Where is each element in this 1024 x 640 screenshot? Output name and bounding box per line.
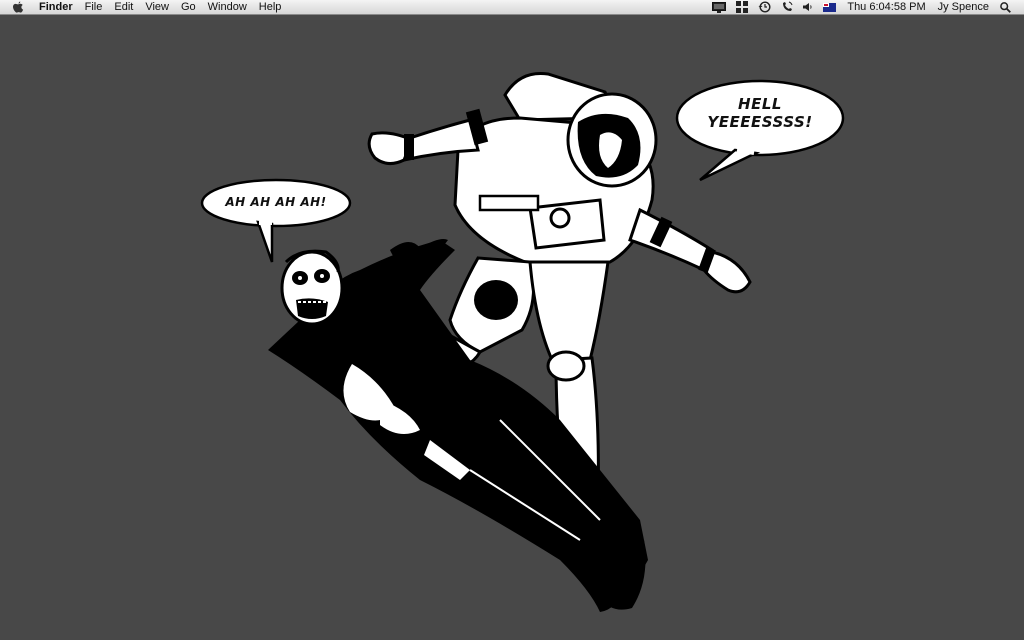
menu-file[interactable]: File xyxy=(79,0,109,15)
input-source-flag-icon[interactable] xyxy=(818,0,841,15)
menu-edit[interactable]: Edit xyxy=(108,0,139,15)
bubble-astronaut-text-line1: HELL xyxy=(738,95,782,113)
desktop: AH AH AH AH! HELL YEEEESSSS! xyxy=(0,16,1024,640)
menu-bar-clock[interactable]: Thu 6:04:58 PM xyxy=(841,0,931,15)
bluetooth-phone-icon[interactable] xyxy=(776,0,798,15)
menu-bar-right: Thu 6:04:58 PM Jy Spence xyxy=(707,0,1024,15)
bubble-zombie-text: AH AH AH AH! xyxy=(225,195,327,209)
menu-bar: Finder File Edit View Go Window Help Thu… xyxy=(0,0,1024,15)
speech-bubble-zombie xyxy=(200,178,352,263)
menu-help[interactable]: Help xyxy=(253,0,288,15)
spotlight-search-icon[interactable] xyxy=(995,0,1016,15)
volume-icon[interactable] xyxy=(798,0,818,15)
apple-menu-icon[interactable] xyxy=(11,0,25,15)
menu-bar-left: Finder File Edit View Go Window Help xyxy=(0,0,287,15)
wallpaper-artwork xyxy=(200,71,845,612)
menu-window[interactable]: Window xyxy=(202,0,253,15)
menu-finder[interactable]: Finder xyxy=(37,0,79,15)
menu-go[interactable]: Go xyxy=(175,0,202,15)
fast-user-switching-name[interactable]: Jy Spence xyxy=(932,0,995,15)
display-mirroring-icon[interactable] xyxy=(707,0,731,15)
menu-view[interactable]: View xyxy=(139,0,175,15)
spaces-icon[interactable] xyxy=(731,0,753,15)
bubble-astronaut-text-line2: YEEEESSSS! xyxy=(707,113,813,131)
time-machine-icon[interactable] xyxy=(753,0,776,15)
